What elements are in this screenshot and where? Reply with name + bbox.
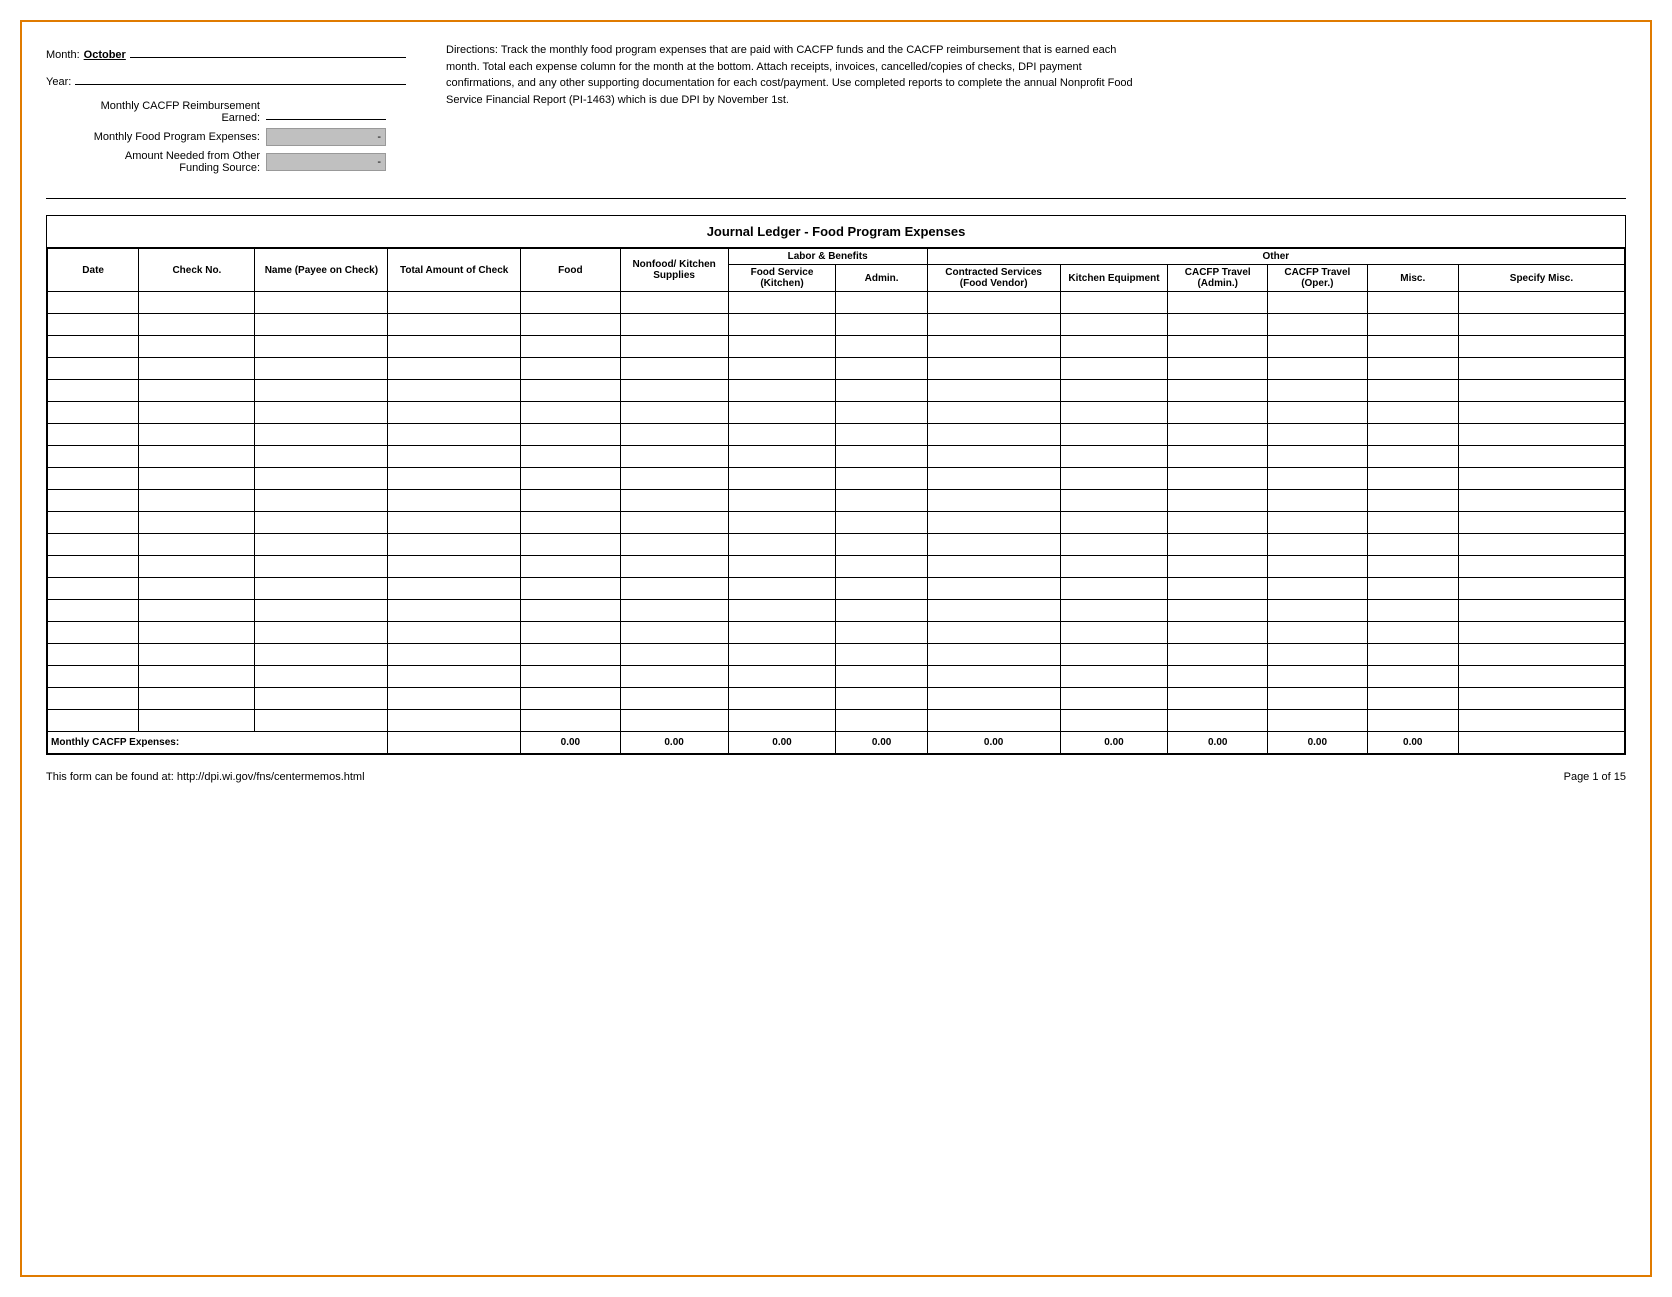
footer-page: Page 1 of 15 — [1564, 771, 1626, 783]
table-row — [48, 446, 1625, 468]
col-header-check: Check No. — [139, 249, 255, 292]
group-header-row: Date Check No. Name (Payee on Check) Tot… — [48, 249, 1625, 265]
month-label: Month: — [46, 49, 80, 61]
reimbursement-group: Monthly CACFP Reimbursement Earned: Mont… — [46, 100, 406, 174]
totals-contracted: 0.00 — [927, 732, 1060, 754]
ledger-table: Date Check No. Name (Payee on Check) Tot… — [47, 248, 1625, 754]
col-header-food: Food — [521, 249, 621, 292]
totals-row: Monthly CACFP Expenses: 0.00 0.00 0.00 0… — [48, 732, 1625, 754]
reimbursement-label: Monthly CACFP Reimbursement Earned: — [46, 100, 266, 124]
year-row: Year: — [46, 69, 406, 88]
table-row — [48, 424, 1625, 446]
totals-food: 0.00 — [521, 732, 621, 754]
col-header-contracted: Contracted Services (Food Vendor) — [927, 265, 1060, 292]
month-underline — [130, 42, 406, 58]
table-row — [48, 314, 1625, 336]
table-row — [48, 292, 1625, 314]
table-row — [48, 644, 1625, 666]
table-row — [48, 688, 1625, 710]
left-form: Month: October Year: Monthly CACFP Reimb… — [46, 42, 406, 178]
table-row — [48, 358, 1625, 380]
month-row: Month: October — [46, 42, 406, 61]
totals-kitchen: 0.00 — [1060, 732, 1168, 754]
totals-label: Monthly CACFP Expenses: — [48, 732, 388, 754]
col-header-date: Date — [48, 249, 139, 292]
col-header-cacfp-oper: CACFP Travel (Oper.) — [1268, 265, 1368, 292]
totals-admin: 0.00 — [836, 732, 927, 754]
col-header-admin: Admin. — [836, 265, 927, 292]
divider — [46, 198, 1626, 199]
ledger-title: Journal Ledger - Food Program Expenses — [47, 216, 1625, 248]
totals-specify-misc — [1458, 732, 1624, 754]
reimbursement-row: Monthly CACFP Reimbursement Earned: — [46, 100, 406, 124]
ledger-section: Journal Ledger - Food Program Expenses D… — [46, 215, 1626, 755]
table-row — [48, 402, 1625, 424]
col-header-name: Name (Payee on Check) — [255, 249, 388, 292]
col-header-cacfp-admin: CACFP Travel (Admin.) — [1168, 265, 1268, 292]
group-header-labor: Labor & Benefits — [728, 249, 927, 265]
table-row — [48, 512, 1625, 534]
footer: This form can be found at: http://dpi.wi… — [46, 771, 1626, 783]
totals-nonfood: 0.00 — [620, 732, 728, 754]
table-row — [48, 666, 1625, 688]
col-header-kitchen: Kitchen Equipment — [1060, 265, 1168, 292]
col-header-nonfood: Nonfood/ Kitchen Supplies — [620, 249, 728, 292]
col-header-misc: Misc. — [1367, 265, 1458, 292]
footer-url: This form can be found at: http://dpi.wi… — [46, 771, 365, 783]
col-header-total: Total Amount of Check — [388, 249, 521, 292]
table-row — [48, 600, 1625, 622]
table-row — [48, 534, 1625, 556]
totals-cacfp-oper: 0.00 — [1268, 732, 1368, 754]
table-row — [48, 622, 1625, 644]
totals-total-amount — [388, 732, 521, 754]
table-row — [48, 490, 1625, 512]
table-row — [48, 556, 1625, 578]
totals-food-service: 0.00 — [728, 732, 836, 754]
col-header-specify-misc: Specify Misc. — [1458, 265, 1624, 292]
totals-cacfp-admin: 0.00 — [1168, 732, 1268, 754]
top-section: Month: October Year: Monthly CACFP Reimb… — [46, 42, 1626, 178]
directions: Directions: Track the monthly food progr… — [446, 42, 1146, 178]
year-underline — [75, 69, 406, 85]
table-row — [48, 468, 1625, 490]
month-value: October — [84, 49, 126, 61]
totals-misc: 0.00 — [1367, 732, 1458, 754]
funding-row: Amount Needed from Other Funding Source:… — [46, 150, 406, 174]
table-row — [48, 710, 1625, 732]
table-row — [48, 380, 1625, 402]
group-header-other: Other — [927, 249, 1624, 265]
year-label: Year: — [46, 76, 71, 88]
table-row — [48, 336, 1625, 358]
funding-value: - — [266, 153, 386, 171]
page: Month: October Year: Monthly CACFP Reimb… — [20, 20, 1652, 1277]
table-row — [48, 578, 1625, 600]
reimbursement-input — [266, 104, 386, 120]
expenses-value: - — [266, 128, 386, 146]
expenses-row: Monthly Food Program Expenses: - — [46, 128, 406, 146]
col-header-food-service: Food Service (Kitchen) — [728, 265, 836, 292]
expenses-label: Monthly Food Program Expenses: — [46, 131, 266, 143]
funding-label: Amount Needed from Other Funding Source: — [46, 150, 266, 174]
